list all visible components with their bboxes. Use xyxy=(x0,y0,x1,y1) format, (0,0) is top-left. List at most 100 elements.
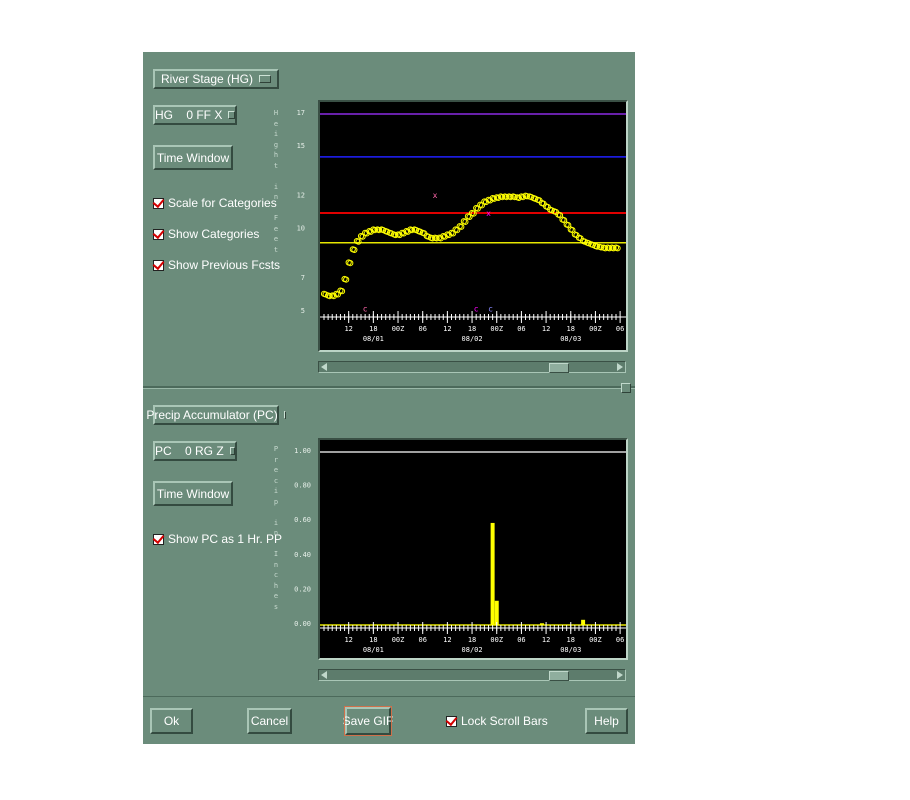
axis-label-char: i xyxy=(273,518,279,527)
axis-label-char xyxy=(272,203,280,214)
forecast-marker: c xyxy=(363,305,368,314)
axis-label-char: i xyxy=(273,130,279,138)
date-label: 08/02 xyxy=(462,646,483,654)
hg-type-menu-label: HG 0 FF X xyxy=(155,108,223,122)
axis-label-char: F xyxy=(273,214,279,222)
scale-for-categories-checkbox[interactable]: Scale for Categories xyxy=(153,196,277,210)
axis-label-char: i xyxy=(273,487,279,495)
y-tick-label: 5 xyxy=(301,307,305,315)
x-tick-label: 12 xyxy=(344,325,352,333)
axis-label-char: c xyxy=(273,571,279,579)
axis-label-char: e xyxy=(273,119,279,128)
y-axis-label-height-in-feet: Height in Feet xyxy=(272,108,280,255)
stage-time-scrollbar[interactable] xyxy=(318,361,626,373)
axis-label-char: e xyxy=(273,466,279,474)
x-tick-label: 00Z xyxy=(392,325,405,333)
x-tick-label: 06 xyxy=(616,325,624,333)
checkbox-checked-icon xyxy=(153,259,164,271)
scroll-left-arrow-icon[interactable] xyxy=(321,363,327,371)
time-window-button-bottom[interactable]: Time Window xyxy=(153,481,233,506)
help-label: Help xyxy=(594,714,619,728)
y-tick-label: 12 xyxy=(297,192,305,200)
cancel-button[interactable]: Cancel xyxy=(247,708,292,734)
checkbox-label: Show Previous Fcsts xyxy=(168,258,281,272)
checkbox-checked-icon xyxy=(446,715,457,727)
x-tick-label: 12 xyxy=(542,636,550,644)
axis-label-char: e xyxy=(273,592,279,600)
axis-label-char: r xyxy=(273,455,279,464)
y-tick-label: 10 xyxy=(297,225,305,233)
ok-button[interactable]: Ok xyxy=(150,708,193,734)
y-tick-label: 0.20 xyxy=(294,585,311,593)
option-menu-icon xyxy=(283,411,286,419)
x-tick-label: 12 xyxy=(542,325,550,333)
pane-sash-handle[interactable] xyxy=(621,383,631,393)
forecast-marker: c xyxy=(474,305,479,314)
date-label: 08/01 xyxy=(363,335,384,343)
precip-chart: 12 18 00Z 06 12 18 00Z 06 12 18 00Z 06 08/01 08/02 08/… xyxy=(318,438,628,660)
time-window-button-top[interactable]: Time Window xyxy=(153,145,233,170)
help-button[interactable]: Help xyxy=(585,708,628,734)
ok-label: Ok xyxy=(163,714,180,728)
time-window-label: Time Window xyxy=(156,486,230,501)
pc-type-menu-label: PC 0 RG Z xyxy=(155,444,224,458)
precip-y-axis: 1.00 0.80 0.60 0.40 0.20 0.00 xyxy=(294,447,311,628)
option-menu-icon xyxy=(228,111,235,119)
x-tick-label: 18 xyxy=(468,325,476,333)
y-tick-label: 15 xyxy=(297,142,305,150)
axis-label-char: n xyxy=(273,193,279,201)
river-stage-menu[interactable]: River Stage (HG) xyxy=(153,69,279,89)
y-tick-label: 17 xyxy=(297,109,305,117)
y-tick-label: 0.00 xyxy=(294,620,311,628)
checkbox-label: Scale for Categories xyxy=(168,196,277,210)
forecast-marker: c xyxy=(488,305,493,314)
river-stage-menu-label: River Stage (HG) xyxy=(160,72,254,86)
river-stage-chart: x x c c c 12 18 00Z 06 12 18 00Z 06 12 18 00Z 06 08/01 08/… xyxy=(318,100,628,352)
axis-label-char: e xyxy=(273,235,279,243)
axis-label-char: H xyxy=(273,109,279,117)
x-tick-label: 12 xyxy=(443,325,451,333)
y-tick-label: 0.60 xyxy=(294,516,311,524)
precip-bar xyxy=(539,623,544,625)
precip-accumulator-menu[interactable]: Precip Accumulator (PC) xyxy=(146,405,286,425)
date-label: 08/03 xyxy=(560,646,581,654)
axis-label-char: s xyxy=(273,602,279,611)
x-tick-label: 18 xyxy=(369,636,377,644)
cancel-label: Cancel xyxy=(250,714,289,728)
y-axis-label-precip-in-inches: Precip in Inches xyxy=(272,444,280,612)
hg-type-menu[interactable]: HG 0 FF X xyxy=(153,105,237,125)
scroll-right-arrow-icon[interactable] xyxy=(617,671,623,679)
axis-label-char: e xyxy=(273,224,279,233)
scroll-thumb[interactable] xyxy=(549,363,569,373)
checkbox-label: Show Categories xyxy=(168,227,260,241)
axis-label-char xyxy=(272,507,280,518)
option-menu-icon xyxy=(229,447,235,455)
scroll-thumb[interactable] xyxy=(549,671,569,681)
show-previous-fcsts-checkbox[interactable]: Show Previous Fcsts xyxy=(153,258,280,272)
axis-label-char: I xyxy=(273,550,279,558)
axis-label-char: h xyxy=(273,581,279,590)
scroll-right-arrow-icon[interactable] xyxy=(617,363,623,371)
axis-label-char: P xyxy=(273,445,279,453)
precip-bar xyxy=(494,600,499,625)
checkbox-label: Show PC as 1 Hr. PP xyxy=(168,532,283,546)
lock-scroll-bars-checkbox[interactable]: Lock Scroll Bars xyxy=(446,714,548,728)
time-window-label: Time Window xyxy=(156,150,230,165)
precip-time-scrollbar[interactable] xyxy=(318,669,626,681)
axis-label-char: p xyxy=(273,497,279,506)
axis-label-char: n xyxy=(273,529,279,537)
y-tick-label: 7 xyxy=(301,274,305,282)
axis-label-char: i xyxy=(273,182,279,191)
pc-type-menu[interactable]: PC 0 RG Z xyxy=(153,441,237,461)
show-categories-checkbox[interactable]: Show Categories xyxy=(153,227,259,241)
x-tick-label: 00Z xyxy=(589,325,602,333)
save-gif-button[interactable]: Save GIF xyxy=(342,706,394,736)
forecast-marker: x xyxy=(433,191,438,200)
show-pc-as-1hr-pp-checkbox[interactable]: Show PC as 1 Hr. PP xyxy=(153,532,282,546)
scroll-left-arrow-icon[interactable] xyxy=(321,671,327,679)
save-gif-label: Save GIF xyxy=(342,714,394,728)
x-tick-label: 00Z xyxy=(490,325,503,333)
date-label: 08/03 xyxy=(560,335,581,343)
y-tick-label: 0.80 xyxy=(294,482,311,490)
checkbox-checked-icon xyxy=(153,228,164,240)
